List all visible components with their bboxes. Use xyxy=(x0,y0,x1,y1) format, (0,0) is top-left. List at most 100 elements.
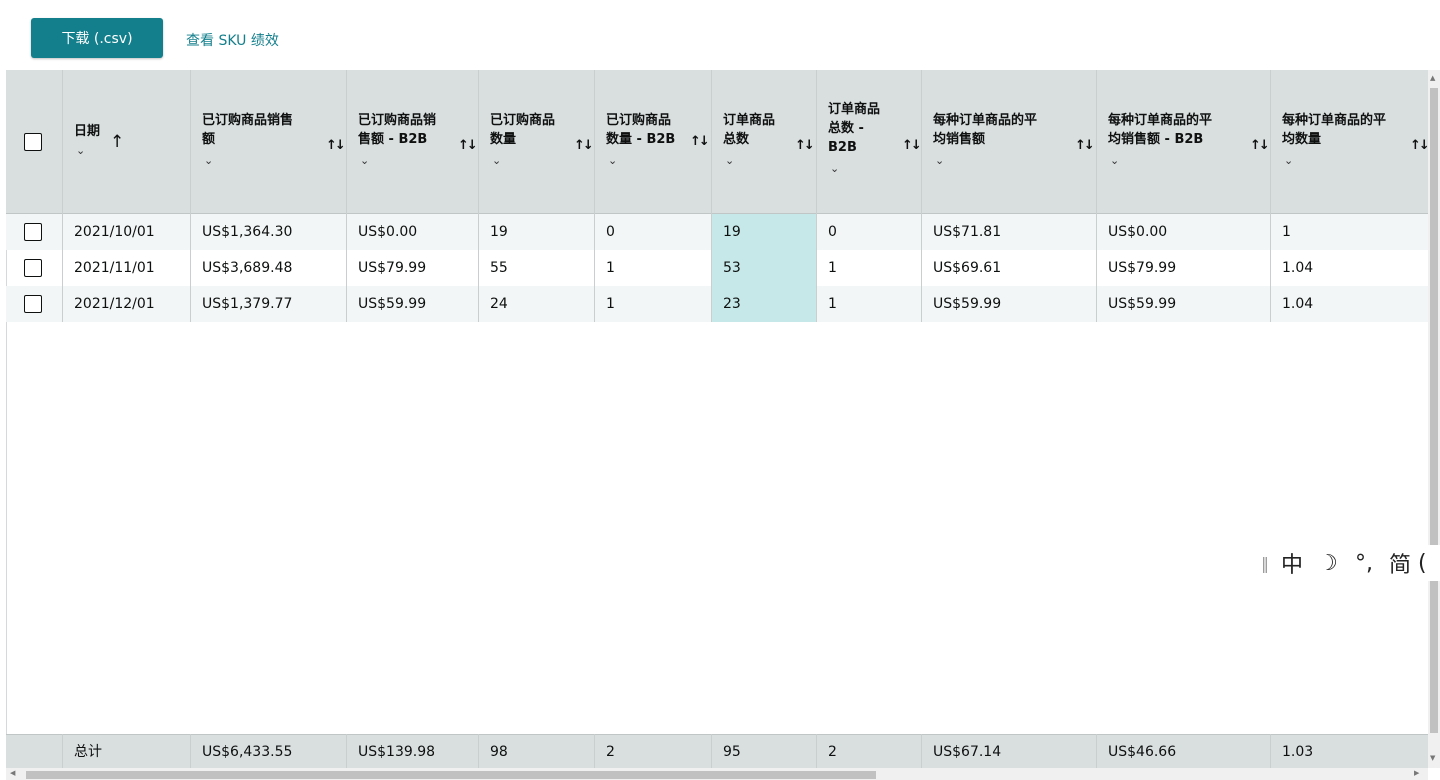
row-select-checkbox[interactable] xyxy=(24,295,42,313)
header-date[interactable]: 日期 ↑ ⌄ xyxy=(62,70,190,214)
ime-more-icon[interactable]: ( xyxy=(1418,551,1436,576)
cell-date: 2021/11/01 xyxy=(74,260,155,276)
header-units-ordered-b2b[interactable]: 已订购商品 数量 - B2B ⌄ ↑↓ xyxy=(594,70,711,214)
sort-icon[interactable]: ↑↓ xyxy=(574,138,594,153)
chevron-down-icon[interactable]: ⌄ xyxy=(492,154,501,167)
column-divider xyxy=(1270,734,1271,768)
chevron-down-icon[interactable]: ⌄ xyxy=(725,154,734,167)
header-select-cell xyxy=(6,70,62,214)
header-label-line1: 每种订单商品的平 xyxy=(1108,113,1213,128)
header-label-line1: 已订购商品 xyxy=(490,113,556,128)
view-sku-performance-link[interactable]: 查看 SKU 绩效 xyxy=(186,30,279,50)
sort-icon[interactable]: ↑↓ xyxy=(1410,138,1428,153)
cell-ordered-sales-b2b: US$79.99 xyxy=(358,260,427,276)
cell-avg-units: 1 xyxy=(1282,224,1291,240)
vertical-scroll-thumb[interactable] xyxy=(1430,88,1438,733)
header-ordered-sales-b2b[interactable]: 已订购商品销 售额 - B2B ⌄ ↑↓ xyxy=(346,70,478,214)
column-divider xyxy=(62,70,63,322)
header-label-line1: 每种订单商品的平 xyxy=(1282,113,1387,128)
header-total-order-items[interactable]: 订单商品 总数 ⌄ ↑↓ xyxy=(711,70,816,214)
cell-avg-units: 1.04 xyxy=(1282,296,1314,312)
header-label-line2: 总数 - xyxy=(828,121,864,136)
chevron-down-icon[interactable]: ⌄ xyxy=(1110,154,1119,167)
column-divider xyxy=(816,70,817,322)
header-label-line2: 数量 xyxy=(490,132,517,147)
column-divider xyxy=(478,70,479,322)
column-divider xyxy=(190,70,191,322)
column-divider xyxy=(1096,70,1097,322)
header-label-line2: 额 xyxy=(202,132,216,147)
header-label-line1: 订单商品 xyxy=(723,113,776,128)
ime-drag-handle[interactable]: ‖ xyxy=(1256,554,1274,573)
column-divider xyxy=(346,70,347,322)
header-avg-units-per-item[interactable]: 每种订单商品的平 均数量 ⌄ ↑↓ xyxy=(1270,70,1428,214)
header-label-line2: 均销售额 xyxy=(933,132,986,147)
cell-ordered-sales-b2b: US$0.00 xyxy=(358,224,418,240)
chevron-down-icon[interactable]: ⌄ xyxy=(204,154,213,167)
cell-date: 2021/12/01 xyxy=(74,296,155,312)
ime-toolbar[interactable]: ‖ 中 ☽ °, 简 ( xyxy=(1256,545,1440,581)
ime-punctuation-toggle[interactable]: °, xyxy=(1346,551,1382,576)
footer-avg-sales: US$67.14 xyxy=(933,744,1002,760)
horizontal-scrollbar[interactable]: ◀ ▶ xyxy=(6,768,1428,780)
cell-avg-sales: US$59.99 xyxy=(933,296,1002,312)
sort-icon[interactable]: ↑↓ xyxy=(1250,138,1270,153)
table-row: 2021/12/01 US$1,379.77 US$59.99 24 1 23 … xyxy=(6,286,1428,322)
cell-avg-sales: US$71.81 xyxy=(933,224,1002,240)
sort-icon[interactable]: ↑↓ xyxy=(902,138,922,153)
cell-date: 2021/10/01 xyxy=(74,224,155,240)
footer-total-order-items: 95 xyxy=(723,744,741,760)
cell-avg-sales-b2b: US$59.99 xyxy=(1108,296,1177,312)
horizontal-scroll-thumb[interactable] xyxy=(26,771,876,779)
download-csv-button[interactable]: 下载 (.csv) xyxy=(31,18,163,58)
scroll-left-icon[interactable]: ◀ xyxy=(10,769,15,777)
sort-icon[interactable]: ↑↓ xyxy=(326,138,346,153)
footer-units-ordered-b2b: 2 xyxy=(606,744,615,760)
chevron-down-icon[interactable]: ⌄ xyxy=(360,154,369,167)
chevron-down-icon[interactable]: ⌄ xyxy=(935,154,944,167)
vertical-scrollbar[interactable]: ▲ ▼ xyxy=(1428,70,1440,768)
chevron-down-icon[interactable]: ⌄ xyxy=(608,154,617,167)
header-units-ordered[interactable]: 已订购商品 数量 ⌄ ↑↓ xyxy=(478,70,594,214)
chevron-down-icon[interactable]: ⌄ xyxy=(1284,154,1293,167)
header-avg-sales-per-item-b2b[interactable]: 每种订单商品的平 均销售额 - B2B ⌄ ↑↓ xyxy=(1096,70,1270,214)
header-date-label: 日期 xyxy=(74,124,101,139)
cell-avg-units: 1.04 xyxy=(1282,260,1314,276)
moon-icon[interactable]: ☽ xyxy=(1310,551,1346,576)
footer-units-ordered: 98 xyxy=(490,744,508,760)
header-label-line2: 售额 - B2B xyxy=(358,132,428,147)
scroll-up-icon[interactable]: ▲ xyxy=(1430,74,1435,82)
column-divider xyxy=(190,734,191,768)
sort-icon[interactable]: ↑↓ xyxy=(795,138,815,153)
cell-units-ordered-b2b: 1 xyxy=(606,260,615,276)
header-label-line3: B2B xyxy=(828,140,857,155)
table-row: 2021/11/01 US$3,689.48 US$79.99 55 1 53 … xyxy=(6,250,1428,286)
ime-mode-toggle[interactable]: 中 xyxy=(1274,547,1310,579)
table-header: 日期 ↑ ⌄ 已订购商品销售 额 ⌄ ↑↓ 已订购商品销 售额 - B2B ⌄ … xyxy=(6,70,1428,214)
sort-icon[interactable]: ↑↓ xyxy=(690,134,710,149)
cell-avg-sales-b2b: US$79.99 xyxy=(1108,260,1177,276)
select-all-checkbox[interactable] xyxy=(24,133,42,151)
row-select-checkbox[interactable] xyxy=(24,223,42,241)
header-ordered-sales[interactable]: 已订购商品销售 额 ⌄ ↑↓ xyxy=(190,70,346,214)
scroll-right-icon[interactable]: ▶ xyxy=(1414,769,1419,777)
chevron-down-icon[interactable]: ⌄ xyxy=(76,144,85,157)
sort-ascending-icon[interactable]: ↑ xyxy=(110,132,124,152)
cell-avg-sales: US$69.61 xyxy=(933,260,1002,276)
header-label-line1: 订单商品 xyxy=(828,102,881,117)
chevron-down-icon[interactable]: ⌄ xyxy=(830,162,839,175)
cell-ordered-sales-b2b: US$59.99 xyxy=(358,296,427,312)
scroll-down-icon[interactable]: ▼ xyxy=(1430,754,1435,762)
sort-icon[interactable]: ↑↓ xyxy=(1075,138,1095,153)
sort-icon[interactable]: ↑↓ xyxy=(458,138,478,153)
cell-total-order-items: 53 xyxy=(711,250,816,286)
row-select-checkbox[interactable] xyxy=(24,259,42,277)
header-total-order-items-b2b[interactable]: 订单商品 总数 - B2B ⌄ ↑↓ xyxy=(816,70,922,214)
column-divider xyxy=(62,734,63,768)
table-footer-totals: 总计 US$6,433.55 US$139.98 98 2 95 2 US$67… xyxy=(6,734,1428,768)
footer-ordered-sales: US$6,433.55 xyxy=(202,744,293,760)
column-divider xyxy=(921,734,922,768)
ime-simplified-toggle[interactable]: 简 xyxy=(1382,547,1418,579)
column-divider xyxy=(711,70,712,322)
header-avg-sales-per-item[interactable]: 每种订单商品的平 均销售额 ⌄ ↑↓ xyxy=(921,70,1096,214)
